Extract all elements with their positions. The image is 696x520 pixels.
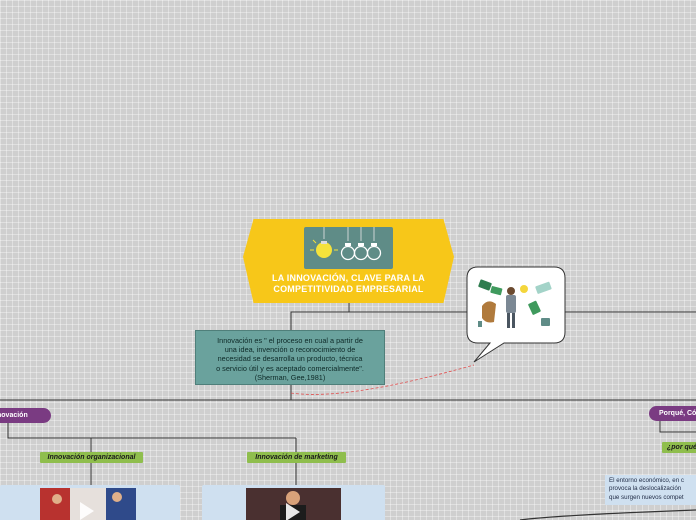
video-thumbnail[interactable] [40,488,136,520]
video-thumbnail[interactable] [246,488,341,520]
central-title-line2: COMPETITIVIDAD EMPRESARIAL [273,284,424,294]
callout-bubble[interactable] [466,266,568,371]
play-icon[interactable] [286,503,300,520]
play-icon[interactable] [80,502,94,520]
central-title-line1: LA INNOVACIÓN, CLAVE PARA LA [272,273,425,283]
branch-pill-right[interactable]: Porqué, Có [649,406,696,421]
right-text-topic[interactable]: El entorno económico, en c provoca la de… [605,475,696,505]
central-topic-title: LA INNOVACIÓN, CLAVE PARA LA COMPETITIVI… [243,273,454,295]
right-text-line1: El entorno económico, en c [609,477,684,484]
definition-line4: o servicio útil y es aceptado comercialm… [216,363,364,373]
central-topic[interactable]: LA INNOVACIÓN, CLAVE PARA LA COMPETITIVI… [243,219,454,303]
video-panel-organizational[interactable] [0,485,180,520]
subtopic-question[interactable]: ¿por qué [662,442,696,453]
branch-pill-left[interactable]: novación [0,408,51,423]
lightbulbs-image [304,227,393,269]
mindmap-canvas[interactable]: LA INNOVACIÓN, CLAVE PARA LA COMPETITIVI… [0,0,696,520]
definition-line1: Innovación es " el proceso en cual a par… [217,336,363,345]
video-panel-marketing[interactable] [202,485,385,520]
definition-line2: una idea, invención o reconocimiento de [224,345,356,355]
lightbulbs-icon [310,227,382,261]
subtopic-organizational[interactable]: Innovación organizacional [40,452,143,463]
callout-shape [466,266,566,363]
definition-topic[interactable]: Innovación es " el proceso en cual a par… [195,330,385,385]
subtopic-marketing[interactable]: Innovación de marketing [247,452,346,463]
definition-line5: (Sherman, Gee,1981) [254,372,326,382]
definition-line3: necesidad se desarrolla un producto, téc… [217,354,363,364]
right-text-line2: provoca la deslocalización [609,485,682,493]
right-text-line3: que surgen nuevos compet [609,493,684,501]
